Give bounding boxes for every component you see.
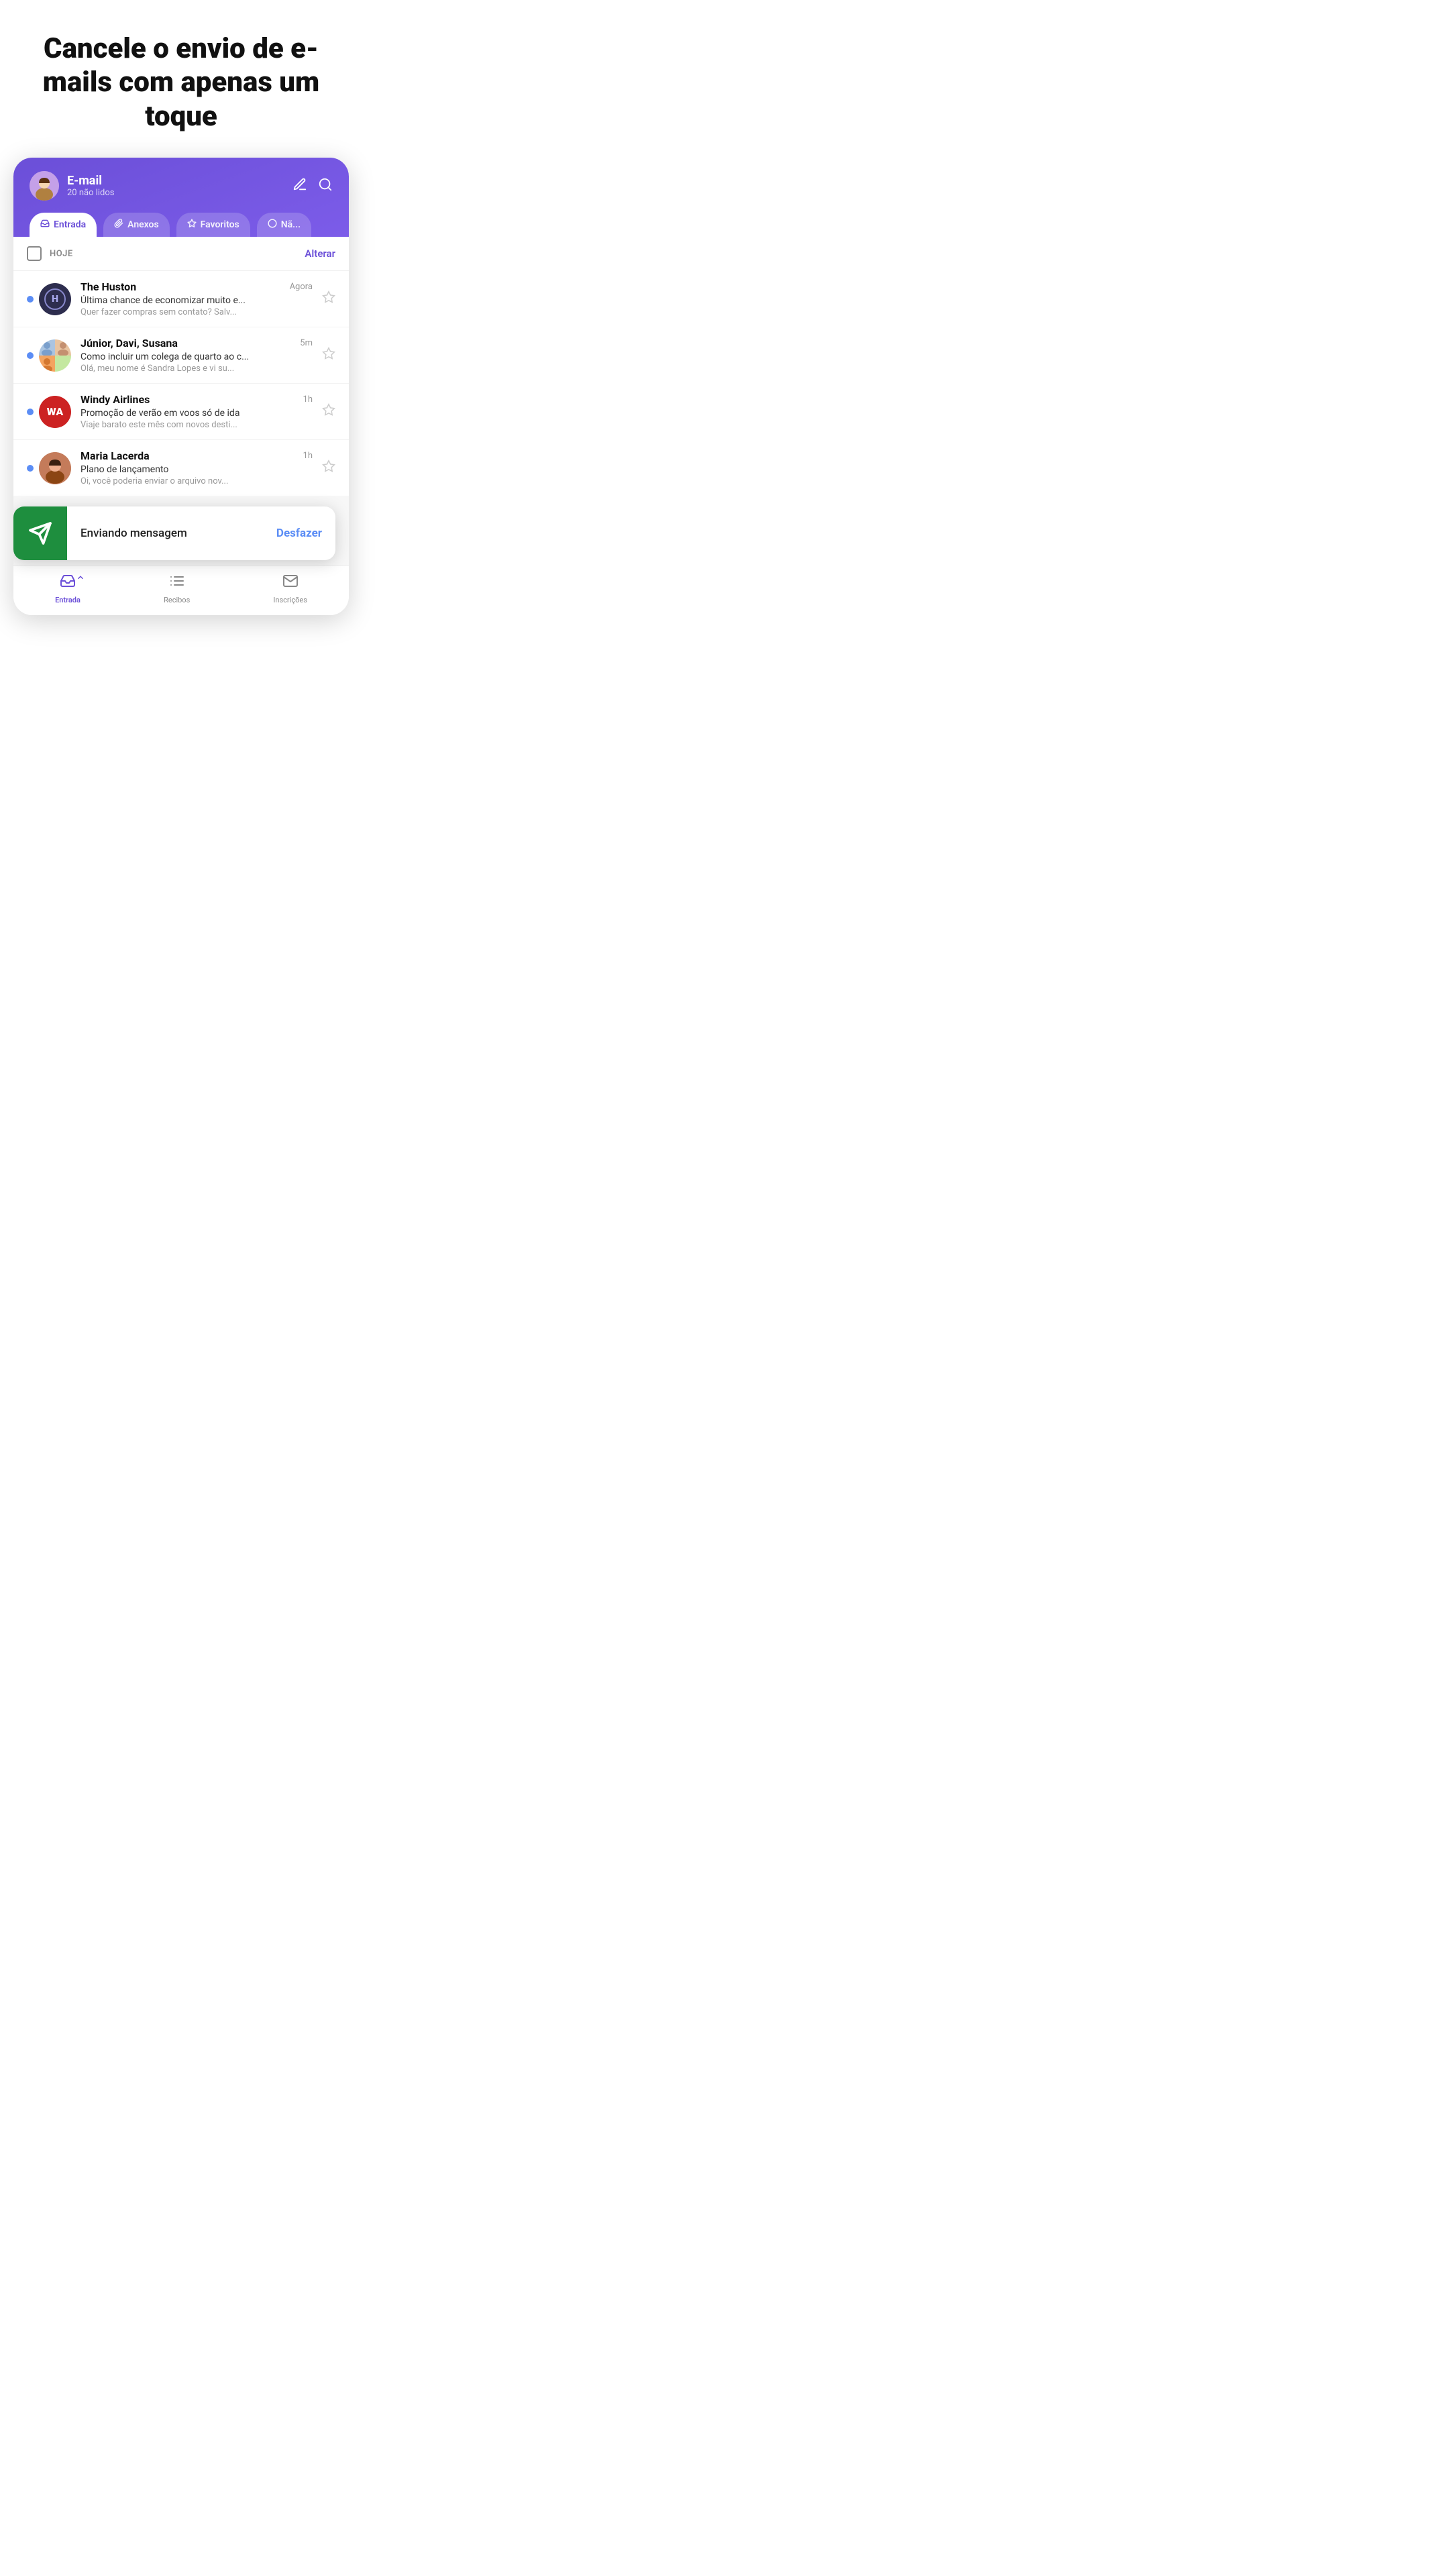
email-preview-4: Oi, você poderia enviar o arquivo nov...	[80, 476, 313, 486]
nav-entrada-label: Entrada	[55, 596, 80, 604]
app-card: E-mail 20 não lidos	[13, 158, 349, 615]
sending-area: Enviando mensagem Desfazer	[13, 496, 349, 566]
tab-anexos-label: Anexos	[127, 219, 159, 230]
unread-dot-3	[27, 409, 34, 415]
star-1[interactable]	[322, 290, 335, 307]
select-all-checkbox[interactable]	[27, 246, 42, 261]
alterar-button[interactable]: Alterar	[305, 248, 335, 260]
unread-dot-2	[27, 352, 34, 359]
unread-dot-4	[27, 465, 34, 472]
tab-favoritos-icon	[187, 219, 197, 231]
email-sender-3: Windy Airlines	[80, 393, 150, 406]
tab-favoritos-label: Favoritos	[201, 219, 239, 230]
nav-recibos-label: Recibos	[164, 596, 190, 604]
email-preview-3: Viaje barato este mês com novos desti...	[80, 420, 313, 430]
avatar-maria	[39, 452, 71, 484]
search-icon[interactable]	[318, 177, 333, 195]
email-content-4: Maria Lacerda 1h Plano de lançamento Oi,…	[80, 449, 313, 486]
header-top: E-mail 20 não lidos	[30, 171, 333, 201]
header-title-group: E-mail 20 não lidos	[67, 174, 115, 198]
email-meta-2: Júnior, Davi, Susana 5m	[80, 337, 313, 350]
user-avatar[interactable]	[30, 171, 59, 201]
nav-item-inscricoes[interactable]: Inscrições	[273, 573, 307, 604]
tab-entrada[interactable]: Entrada	[30, 213, 97, 237]
nav-inscricoes-icon	[282, 573, 299, 593]
email-row-3[interactable]: WA Windy Airlines 1h Promoção de verão e…	[13, 384, 349, 440]
nav-item-entrada[interactable]: Entrada	[55, 573, 80, 604]
list-header: HOJE Alterar	[13, 237, 349, 271]
email-content-1: The Huston Agora Última chance de econom…	[80, 280, 313, 317]
header-title: E-mail	[67, 174, 115, 188]
tab-anexos[interactable]: Anexos	[103, 213, 170, 237]
tab-nao-lidos[interactable]: Nã...	[257, 213, 311, 237]
email-meta-4: Maria Lacerda 1h	[80, 449, 313, 462]
avatar-huston: H	[39, 283, 71, 315]
nav-inscricoes-label: Inscrições	[273, 596, 307, 604]
email-sender-2: Júnior, Davi, Susana	[80, 337, 178, 350]
nav-entrada-icon	[60, 573, 76, 593]
email-preview-1: Quer fazer compras sem contato? Salv...	[80, 307, 313, 317]
email-meta-3: Windy Airlines 1h	[80, 393, 313, 406]
header-icons	[292, 177, 333, 195]
email-time-1: Agora	[290, 282, 313, 292]
tabs-row: Entrada Anexos Favoritos	[30, 213, 333, 237]
unread-dot-1	[27, 296, 34, 303]
bottom-nav: Entrada Recibos	[13, 566, 349, 615]
section-label: HOJE	[50, 249, 73, 259]
star-4[interactable]	[322, 460, 335, 476]
avatar-group	[39, 339, 71, 372]
tab-entrada-icon	[40, 219, 50, 231]
nav-item-recibos[interactable]: Recibos	[164, 573, 190, 604]
email-content-3: Windy Airlines 1h Promoção de verão em v…	[80, 393, 313, 430]
email-subject-4: Plano de lançamento	[80, 464, 313, 475]
star-3[interactable]	[322, 403, 335, 420]
sending-toast: Enviando mensagem Desfazer	[13, 506, 335, 560]
email-subject-3: Promoção de verão em voos só de ida	[80, 408, 313, 419]
email-time-2: 5m	[300, 338, 313, 348]
undo-button[interactable]: Desfazer	[276, 527, 335, 540]
email-list: HOJE Alterar H The Huston Agora Última c…	[13, 237, 349, 496]
email-subject-1: Última chance de economizar muito e...	[80, 295, 313, 306]
nav-recibos-icon	[169, 573, 185, 593]
email-time-3: 1h	[303, 394, 313, 405]
tab-nao-lidos-icon	[268, 219, 277, 231]
email-sender-1: The Huston	[80, 280, 136, 293]
avatar-windy: WA	[39, 396, 71, 428]
email-subject-2: Como incluir um colega de quarto ao c...	[80, 352, 313, 362]
email-row-1[interactable]: H The Huston Agora Última chance de econ…	[13, 271, 349, 327]
email-preview-2: Olá, meu nome é Sandra Lopes e vi su...	[80, 364, 313, 374]
email-sender-4: Maria Lacerda	[80, 449, 150, 462]
toast-send-icon	[13, 506, 67, 560]
tab-favoritos[interactable]: Favoritos	[176, 213, 250, 237]
header-left: E-mail 20 não lidos	[30, 171, 115, 201]
toast-message: Enviando mensagem	[67, 527, 276, 540]
star-2[interactable]	[322, 347, 335, 364]
email-time-4: 1h	[303, 451, 313, 461]
hero-title: Cancele o envio de e-mails com apenas um…	[0, 0, 362, 158]
email-row-2[interactable]: Júnior, Davi, Susana 5m Como incluir um …	[13, 327, 349, 384]
email-row-4[interactable]: Maria Lacerda 1h Plano de lançamento Oi,…	[13, 440, 349, 496]
app-header: E-mail 20 não lidos	[13, 158, 349, 237]
tab-entrada-label: Entrada	[54, 219, 86, 230]
header-subtitle: 20 não lidos	[67, 188, 115, 198]
list-header-left: HOJE	[27, 246, 73, 261]
tab-anexos-icon	[114, 219, 123, 231]
edit-icon[interactable]	[292, 177, 307, 195]
email-content-2: Júnior, Davi, Susana 5m Como incluir um …	[80, 337, 313, 374]
tab-nao-lidos-label: Nã...	[281, 219, 301, 230]
email-meta-1: The Huston Agora	[80, 280, 313, 293]
